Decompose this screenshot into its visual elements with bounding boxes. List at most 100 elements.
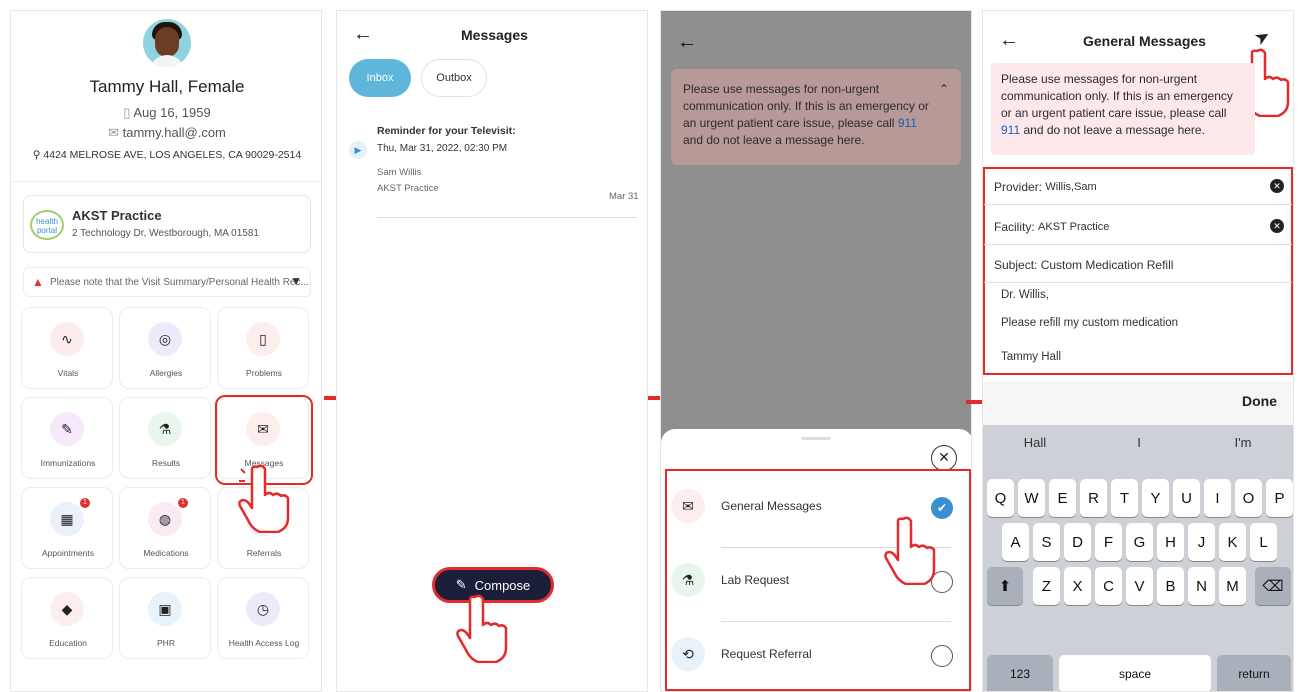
key-j[interactable]: J <box>1188 523 1215 561</box>
suggestion-item[interactable]: I <box>1087 435 1191 450</box>
key-a[interactable]: A <box>1002 523 1029 561</box>
tile-label: Problems <box>246 368 282 378</box>
tile-results[interactable]: ⚗ Results <box>119 397 211 479</box>
back-arrow-icon[interactable]: ← <box>999 29 1019 52</box>
key-o[interactable]: O <box>1235 479 1262 517</box>
backspace-key[interactable]: ⌫ <box>1255 567 1291 605</box>
key-t[interactable]: T <box>1111 479 1138 517</box>
key-w[interactable]: W <box>1018 479 1045 517</box>
avatar[interactable] <box>143 19 191 67</box>
document-icon: ▯ <box>246 322 280 356</box>
key-l[interactable]: L <box>1250 523 1277 561</box>
tile-label: PHR <box>157 638 175 648</box>
provider-label: Provider: <box>994 179 1043 194</box>
message-practice: AKST Practice <box>377 183 439 194</box>
back-arrow-icon[interactable]: ← <box>353 23 373 46</box>
provider-field[interactable]: Provider: Willis,Sam ✕ <box>984 169 1292 205</box>
key-b[interactable]: B <box>1157 567 1184 605</box>
page-title: General Messages <box>1083 33 1206 49</box>
tile-allergies[interactable]: ◎ Allergies <box>119 307 211 389</box>
urgent-warning-box: Please use messages for non-urgent commu… <box>991 63 1255 155</box>
dob: Aug 16, 1959 <box>133 105 211 120</box>
key-m[interactable]: M <box>1219 567 1246 605</box>
tile-label: Health Access Log <box>228 638 300 648</box>
close-icon[interactable]: ✕ <box>931 445 957 471</box>
key-n[interactable]: N <box>1188 567 1215 605</box>
notice-banner[interactable]: ▲ Please note that the Visit Summary/Per… <box>23 267 311 297</box>
page-title: Messages <box>461 27 528 43</box>
tile-appointments[interactable]: ▦ 1 Appointments <box>21 487 113 569</box>
pointing-hand-icon <box>884 516 936 585</box>
backspace-icon: ⌫ <box>1262 578 1284 595</box>
tab-outbox[interactable]: Outbox <box>421 59 487 97</box>
flask-icon: ⚗ <box>148 412 182 446</box>
general-messages-panel: ← General Messages ➤ Please use messages… <box>982 10 1294 692</box>
message-body-textarea[interactable]: Dr. Willis, Please refill my custom medi… <box>995 289 1285 373</box>
chevron-up-icon[interactable]: ⌃ <box>939 81 949 98</box>
health-portal-logo: health portal <box>30 210 64 240</box>
numbers-key[interactable]: 123 <box>987 655 1053 691</box>
video-icon: ▶ <box>349 141 367 159</box>
key-i[interactable]: I <box>1204 479 1231 517</box>
tile-immunizations[interactable]: ✎ Immunizations <box>21 397 113 479</box>
key-v[interactable]: V <box>1126 567 1153 605</box>
tile-vitals[interactable]: ∿ Vitals <box>21 307 113 389</box>
shift-key[interactable]: ⬆ <box>987 567 1023 605</box>
key-k[interactable]: K <box>1219 523 1246 561</box>
message-from: Sam Willis <box>377 167 422 178</box>
tile-problems[interactable]: ▯ Problems <box>217 307 309 389</box>
key-g[interactable]: G <box>1126 523 1153 561</box>
key-h[interactable]: H <box>1157 523 1184 561</box>
radio-unselected[interactable] <box>931 645 953 667</box>
key-z[interactable]: Z <box>1033 567 1060 605</box>
key-u[interactable]: U <box>1173 479 1200 517</box>
mail-icon: ✉ <box>108 125 123 140</box>
tab-inbox[interactable]: Inbox <box>349 59 411 97</box>
message-datetime: Thu, Mar 31, 2022, 02:30 PM <box>377 143 508 154</box>
body-text: Please refill my custom medication <box>1001 317 1179 329</box>
option-label: General Messages <box>721 499 822 513</box>
subject-value: Custom Medication Refill <box>1040 257 1174 272</box>
key-c[interactable]: C <box>1095 567 1122 605</box>
tile-health-access-log[interactable]: ◷ Health Access Log <box>217 577 309 659</box>
address: 4424 MELROSE AVE, LOS ANGELES, CA 90029-… <box>43 149 302 161</box>
clear-provider-icon[interactable]: ✕ <box>1270 179 1284 193</box>
space-key[interactable]: space <box>1059 655 1211 691</box>
message-list-item[interactable]: ▶ Reminder for your Televisit: Thu, Mar … <box>337 121 647 221</box>
tile-label: Referrals <box>246 548 282 558</box>
tile-phr[interactable]: ▣ PHR <box>119 577 211 659</box>
key-e[interactable]: E <box>1049 479 1076 517</box>
notification-badge: 1 <box>178 498 188 508</box>
suggestion-item[interactable]: I'm <box>1191 435 1293 450</box>
key-y[interactable]: Y <box>1142 479 1169 517</box>
key-f[interactable]: F <box>1095 523 1122 561</box>
divider <box>11 181 321 182</box>
envelope-icon: ✉ <box>671 489 705 523</box>
heartbeat-icon: ∿ <box>50 322 84 356</box>
key-d[interactable]: D <box>1064 523 1091 561</box>
message-subject: Reminder for your Televisit: <box>377 125 516 137</box>
access-log-icon: ◷ <box>246 592 280 626</box>
back-arrow-icon[interactable]: ← <box>677 31 697 54</box>
sheet-handle[interactable] <box>801 437 831 440</box>
suggestion-item[interactable]: Hall <box>983 435 1087 450</box>
done-button[interactable]: Done <box>1242 393 1277 409</box>
key-s[interactable]: S <box>1033 523 1060 561</box>
key-r[interactable]: R <box>1080 479 1107 517</box>
option-label: Lab Request <box>721 573 790 587</box>
key-q[interactable]: Q <box>987 479 1014 517</box>
patient-dashboard-panel: Tammy Hall, Female ▯ Aug 16, 1959 ✉ tamm… <box>10 10 322 692</box>
tile-label: Immunizations <box>40 458 96 468</box>
key-x[interactable]: X <box>1064 567 1091 605</box>
clear-facility-icon[interactable]: ✕ <box>1270 219 1284 233</box>
tile-education[interactable]: ◆ Education <box>21 577 113 659</box>
practice-card[interactable]: health portal AKST Practice 2 Technology… <box>23 195 311 253</box>
provider-value: Willis,Sam <box>1045 180 1097 193</box>
key-p[interactable]: P <box>1266 479 1293 517</box>
return-key[interactable]: return <box>1217 655 1291 691</box>
chevron-down-icon[interactable]: ▼ <box>290 274 302 288</box>
tile-medications[interactable]: ◍ 1 Medications <box>119 487 211 569</box>
option-request-referral[interactable]: ⟲ Request Referral <box>661 623 971 691</box>
facility-field[interactable]: Facility: AKST Practice ✕ <box>984 209 1292 245</box>
subject-field[interactable]: Subject: Custom Medication Refill <box>984 247 1292 283</box>
